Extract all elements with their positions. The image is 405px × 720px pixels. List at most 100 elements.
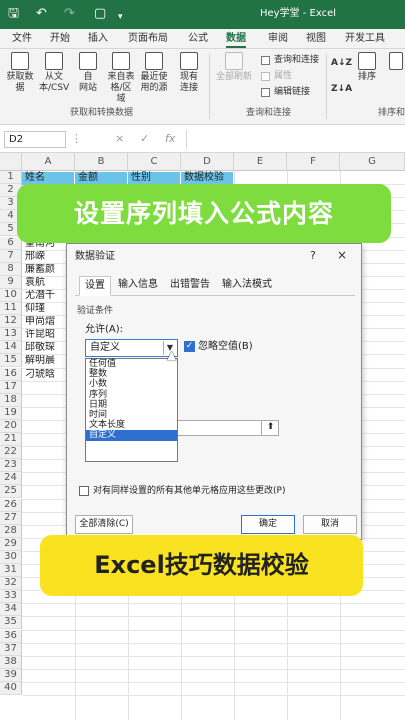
- tab-view[interactable]: 视图: [306, 32, 326, 45]
- filter-button[interactable]: [386, 52, 405, 70]
- ok-button[interactable]: 确定: [241, 515, 295, 534]
- allow-option[interactable]: 整数: [86, 369, 177, 379]
- tab-review[interactable]: 审阅: [268, 32, 288, 45]
- select-all-corner[interactable]: [0, 153, 22, 171]
- tab-formulas[interactable]: 公式: [188, 32, 208, 45]
- row-header[interactable]: 11: [0, 302, 22, 316]
- column-header[interactable]: E: [234, 153, 287, 171]
- edit-links-button[interactable]: 编辑链接: [261, 86, 310, 98]
- row-header[interactable]: 22: [0, 446, 22, 460]
- row-header[interactable]: 12: [0, 315, 22, 329]
- tab-settings[interactable]: 设置: [79, 276, 111, 296]
- tab-error-alert[interactable]: 出错警告: [165, 276, 215, 296]
- column-header[interactable]: A: [22, 153, 75, 171]
- tab-insert[interactable]: 插入: [88, 32, 108, 45]
- tab-home[interactable]: 开始: [50, 32, 70, 45]
- existing-connections-button[interactable]: 现有 连接: [174, 52, 204, 94]
- row-header[interactable]: 34: [0, 603, 22, 617]
- tab-file[interactable]: 文件: [12, 32, 32, 45]
- enter-icon[interactable]: ✓: [140, 132, 149, 146]
- sort-az-icon[interactable]: A↓Z: [331, 57, 352, 69]
- row-header[interactable]: 10: [0, 288, 22, 302]
- ignore-blank-checkbox[interactable]: ✓: [184, 341, 195, 352]
- from-table-button[interactable]: 来自表 格/区域: [106, 52, 136, 105]
- tab-ime-mode[interactable]: 输入法模式: [217, 276, 277, 296]
- row-header[interactable]: 27: [0, 511, 22, 525]
- row-header[interactable]: 37: [0, 642, 22, 656]
- column-header[interactable]: D: [181, 153, 234, 171]
- row-header[interactable]: 16: [0, 367, 22, 381]
- row-header[interactable]: 7: [0, 249, 22, 263]
- row-header[interactable]: 38: [0, 655, 22, 669]
- apply-all-checkbox[interactable]: [79, 486, 89, 496]
- cancel-button[interactable]: 取消: [303, 515, 357, 534]
- from-web-button[interactable]: 自网站: [73, 52, 103, 94]
- row-header[interactable]: 35: [0, 616, 22, 630]
- allow-option[interactable]: 文本长度: [86, 420, 177, 430]
- row-header[interactable]: 39: [0, 668, 22, 682]
- save-icon[interactable]: 🖫: [8, 6, 19, 22]
- row-header[interactable]: 24: [0, 472, 22, 486]
- redo-icon[interactable]: ↷: [64, 6, 75, 22]
- column-header[interactable]: G: [340, 153, 405, 171]
- range-picker-icon[interactable]: ⬆: [261, 420, 279, 436]
- sort-za-icon[interactable]: Z↓A: [331, 83, 352, 95]
- chevron-down-icon[interactable]: ▾: [118, 9, 123, 25]
- row-gridline: [22, 655, 405, 657]
- allow-option[interactable]: 序列: [86, 390, 177, 400]
- row-header[interactable]: 21: [0, 433, 22, 447]
- row-header[interactable]: 13: [0, 328, 22, 342]
- row-header[interactable]: 8: [0, 262, 22, 276]
- row-header[interactable]: 26: [0, 498, 22, 512]
- row-header[interactable]: 29: [0, 537, 22, 551]
- undo-icon[interactable]: ↶: [36, 6, 47, 22]
- name-box[interactable]: D2: [4, 131, 66, 148]
- recent-sources-icon: [145, 52, 163, 70]
- tab-input-message[interactable]: 输入信息: [113, 276, 163, 296]
- cancel-icon[interactable]: ×: [115, 132, 124, 146]
- row-header[interactable]: 32: [0, 577, 22, 591]
- sort-button[interactable]: 排序: [352, 52, 382, 83]
- row-header[interactable]: 15: [0, 354, 22, 368]
- queries-connections-button[interactable]: 查询和连接: [261, 54, 319, 66]
- row-header[interactable]: 23: [0, 459, 22, 473]
- row-header[interactable]: 20: [0, 419, 22, 433]
- new-document-icon[interactable]: ▢: [94, 6, 106, 22]
- recent-sources-button[interactable]: 最近使 用的源: [139, 52, 169, 94]
- row-header[interactable]: 31: [0, 564, 22, 578]
- row-header[interactable]: 36: [0, 629, 22, 643]
- close-icon[interactable]: ×: [337, 248, 347, 262]
- tab-developer[interactable]: 开发工具: [345, 32, 385, 45]
- tab-page-layout[interactable]: 页面布局: [128, 32, 168, 45]
- row-header[interactable]: 33: [0, 590, 22, 604]
- allow-option[interactable]: 任何值: [86, 359, 177, 369]
- column-header[interactable]: F: [287, 153, 340, 171]
- row-header[interactable]: 1: [0, 171, 22, 185]
- row-header[interactable]: 14: [0, 341, 22, 355]
- row-header[interactable]: 18: [0, 393, 22, 407]
- row-header[interactable]: 17: [0, 380, 22, 394]
- fx-icon[interactable]: fx: [165, 132, 175, 146]
- column-header[interactable]: B: [75, 153, 128, 171]
- help-icon[interactable]: ?: [310, 249, 316, 262]
- row-header[interactable]: 40: [0, 681, 22, 695]
- properties-button[interactable]: 属性: [261, 70, 292, 82]
- allow-select[interactable]: 自定义 ▼: [85, 339, 178, 357]
- column-header[interactable]: C: [128, 153, 181, 171]
- row-header[interactable]: 30: [0, 550, 22, 564]
- get-data-button[interactable]: 获取数据: [5, 52, 35, 94]
- allow-option-selected[interactable]: 自定义: [86, 430, 177, 441]
- row-header[interactable]: 19: [0, 406, 22, 420]
- formula-input[interactable]: [186, 130, 405, 149]
- row-header[interactable]: 25: [0, 485, 22, 499]
- tab-data[interactable]: 数据: [226, 32, 246, 48]
- refresh-all-button[interactable]: 全部刷新: [214, 52, 254, 83]
- allow-option[interactable]: 小数: [86, 379, 177, 389]
- from-text-csv-button[interactable]: 从文 本/CSV: [39, 52, 69, 94]
- row-header[interactable]: 28: [0, 524, 22, 538]
- clear-all-button[interactable]: 全部清除(C): [75, 515, 133, 534]
- dialog-tabs: 设置 输入信息 出错警告 输入法模式: [75, 276, 355, 296]
- row-header[interactable]: 9: [0, 275, 22, 289]
- allow-option[interactable]: 日期: [86, 400, 177, 410]
- allow-option[interactable]: 时间: [86, 410, 177, 420]
